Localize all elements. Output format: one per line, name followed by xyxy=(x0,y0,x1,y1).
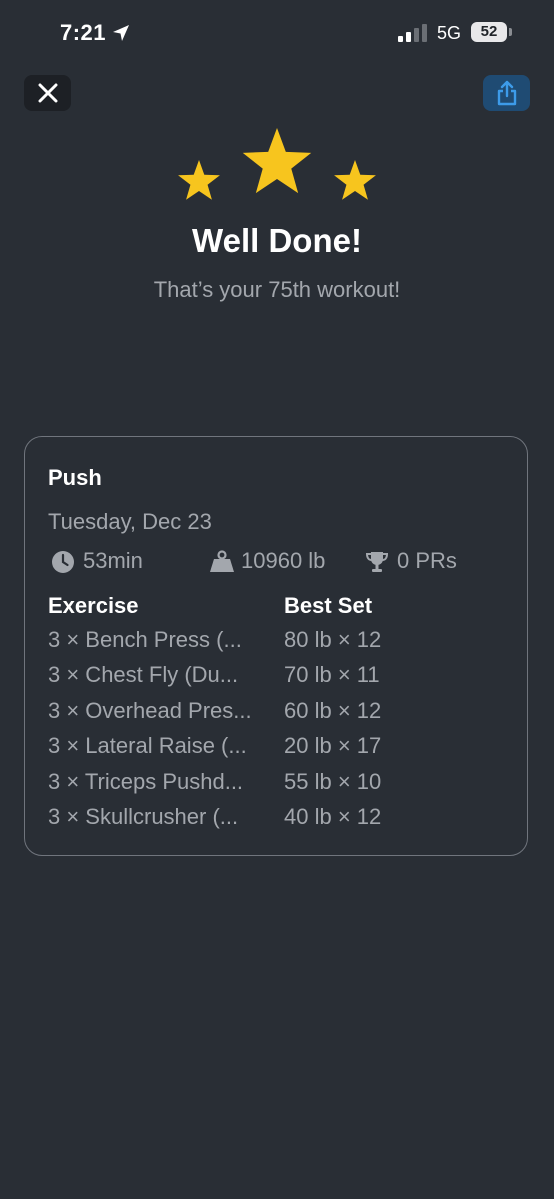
exercise-name: 3 × Skullcrusher (... xyxy=(48,803,239,829)
exercise-best-set: 55 lb × 10 xyxy=(284,768,382,794)
exercise-name: 3 × Triceps Pushd... xyxy=(48,768,244,794)
stat-prs-value: 0 PRs xyxy=(397,548,457,573)
status-bar: 7:21 5G 52 xyxy=(0,0,554,66)
network-type: 5G xyxy=(437,23,462,43)
exercise-row: 3 × Bench Press (... 80 lb × 12 xyxy=(48,627,508,662)
exercise-best-set: 80 lb × 12 xyxy=(284,627,382,652)
clock-icon xyxy=(52,551,74,573)
share-button[interactable] xyxy=(483,75,530,111)
exercise-best-set: 60 lb × 12 xyxy=(284,697,382,723)
exercise-row: 3 × Skullcrusher (... 40 lb × 12 xyxy=(48,804,508,839)
workout-title: Push xyxy=(48,465,102,490)
cellular-signal-icon xyxy=(398,24,427,42)
close-button[interactable] xyxy=(24,75,71,111)
exercise-row: 3 × Triceps Pushd... 55 lb × 10 xyxy=(48,769,508,804)
star-icon-right xyxy=(334,160,376,200)
battery-icon: 52 xyxy=(471,22,515,44)
trophy-icon xyxy=(365,552,389,572)
celebration-stars xyxy=(178,128,376,200)
best-set-column-header: Best Set xyxy=(284,593,373,618)
exercise-column-header: Exercise xyxy=(48,593,139,618)
stat-volume-value: 10960 lb xyxy=(241,548,326,573)
exercise-name: 3 × Lateral Raise (... xyxy=(48,733,247,759)
exercise-row: 3 × Chest Fly (Du... 70 lb × 11 xyxy=(48,662,508,697)
exercise-best-set: 70 lb × 11 xyxy=(284,662,380,688)
headline: Well Done! xyxy=(192,222,362,259)
exercise-name: 3 × Overhead Pres... xyxy=(48,697,252,723)
workout-date: Tuesday, Dec 23 xyxy=(48,509,212,534)
exercise-best-set: 20 lb × 17 xyxy=(284,733,382,759)
exercise-best-set: 40 lb × 12 xyxy=(284,803,382,829)
workout-summary-card: Push Tuesday, Dec 23 53min 10960 lb 0 PR… xyxy=(24,436,528,856)
stat-duration-value: 53min xyxy=(83,548,143,573)
exercise-name: 3 × Chest Fly (Du... xyxy=(48,662,239,688)
battery-level: 52 xyxy=(480,23,498,40)
exercise-name: 3 × Bench Press (... xyxy=(48,627,242,652)
share-icon xyxy=(497,80,517,106)
close-icon xyxy=(38,83,58,103)
exercise-row: 3 × Lateral Raise (... 20 lb × 17 xyxy=(48,733,508,768)
weight-icon xyxy=(210,550,234,572)
subheadline: That’s your 75th workout! xyxy=(153,277,401,302)
status-time: 7:21 xyxy=(60,20,107,45)
star-icon-center xyxy=(242,128,312,194)
exercise-row: 3 × Overhead Pres... 60 lb × 12 xyxy=(48,698,508,733)
location-arrow-icon xyxy=(113,25,129,41)
star-icon-left xyxy=(178,160,220,200)
exercise-list: 3 × Bench Press (... 80 lb × 12 3 × Ches… xyxy=(48,627,508,839)
